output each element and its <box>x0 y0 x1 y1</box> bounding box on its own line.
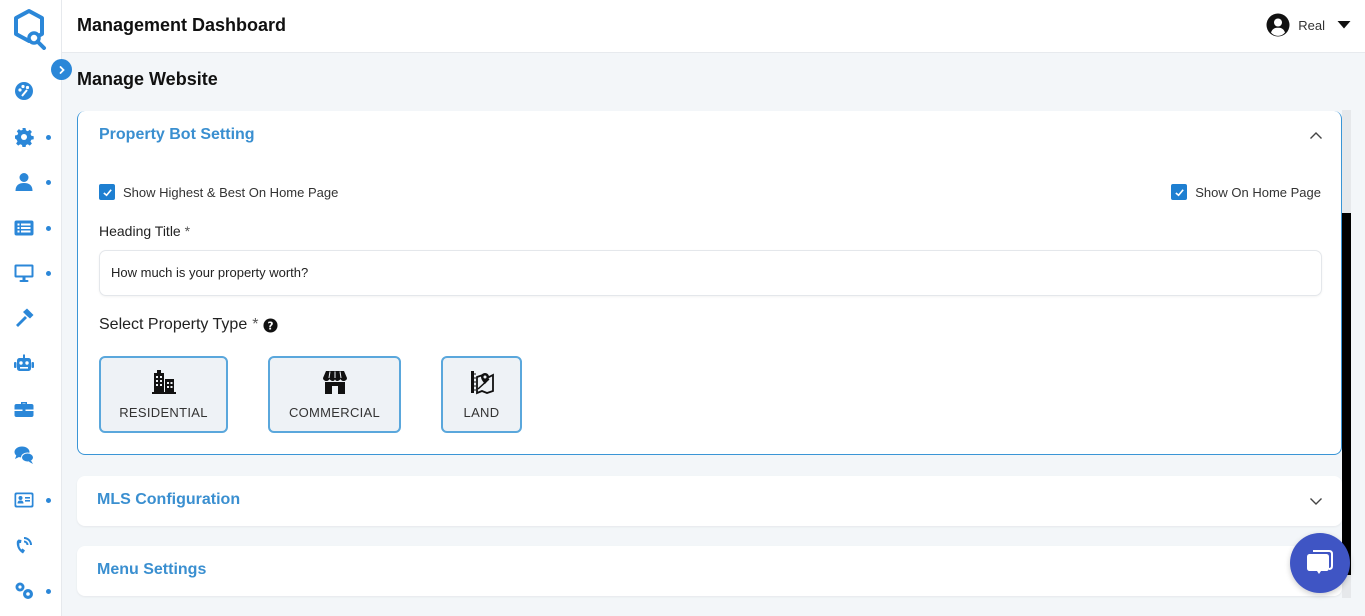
user-circle-icon <box>1266 13 1290 37</box>
option-label: RESIDENTIAL <box>119 405 208 420</box>
property-bot-panel-header[interactable]: Property Bot Setting <box>99 126 255 144</box>
property-type-commercial[interactable]: COMMERCIAL <box>268 356 401 433</box>
property-type-residential[interactable]: RESIDENTIAL <box>99 356 228 433</box>
submenu-indicator <box>46 588 51 594</box>
user-icon <box>13 171 35 193</box>
required-mark: * <box>252 316 259 333</box>
building-icon <box>151 370 176 394</box>
sidebar-item-business[interactable] <box>0 394 62 424</box>
chevron-down-icon[interactable] <box>1309 494 1323 508</box>
checkbox-label: Show Highest & Best On Home Page <box>123 184 339 200</box>
search-home-logo-icon <box>14 9 46 50</box>
menu-settings-panel-header[interactable]: Menu Settings <box>97 561 206 579</box>
menu-settings-panel[interactable]: Menu Settings <box>77 546 1342 596</box>
sidebar-item-messages[interactable] <box>0 440 62 470</box>
submenu-indicator <box>46 225 51 231</box>
palette-icon <box>13 80 35 102</box>
briefcase-icon <box>13 398 35 420</box>
store-icon <box>322 371 347 394</box>
id-card-icon <box>13 489 35 511</box>
list-icon <box>13 217 35 239</box>
page-title: Manage Website <box>77 69 218 89</box>
submenu-indicator <box>46 134 51 140</box>
sidebar-item-website[interactable] <box>0 258 62 288</box>
gears-icon <box>13 580 35 602</box>
app-logo[interactable] <box>12 8 48 50</box>
property-type-label: Select Property Type * ? <box>99 316 278 334</box>
option-label: COMMERCIAL <box>288 405 381 420</box>
chat-bubble-icon <box>1307 550 1333 574</box>
sidebar-item-appearance[interactable] <box>0 76 62 106</box>
option-label: LAND <box>463 405 500 420</box>
chevron-right-icon <box>59 65 65 74</box>
property-type-land[interactable]: LAND <box>441 356 522 433</box>
robot-icon <box>13 353 35 375</box>
sidebar <box>0 0 62 616</box>
gear-icon <box>13 126 35 148</box>
heading-title-label: Heading Title * <box>99 223 190 239</box>
sidebar-item-users[interactable] <box>0 167 62 197</box>
sidebar-item-listings[interactable] <box>0 213 62 243</box>
submenu-indicator <box>46 270 51 276</box>
phone-signal-icon <box>13 534 35 556</box>
sidebar-toggle-button[interactable] <box>51 59 72 80</box>
checkbox-checked-icon <box>1171 184 1188 200</box>
show-on-home-page-checkbox[interactable]: Show On Home Page <box>1171 184 1321 200</box>
sidebar-item-bot[interactable] <box>0 349 62 379</box>
sidebar-item-tools[interactable] <box>0 303 62 333</box>
mls-configuration-panel-header[interactable]: MLS Configuration <box>97 491 240 509</box>
caret-down-icon <box>1337 21 1351 29</box>
label-text: Heading Title <box>99 223 181 239</box>
checkbox-checked-icon <box>99 184 115 200</box>
hammer-icon <box>13 307 35 329</box>
question-circle-icon[interactable]: ? <box>263 317 278 333</box>
sidebar-item-calls[interactable] <box>0 530 62 560</box>
top-bar: Management Dashboard Real <box>62 0 1365 53</box>
chat-icon <box>13 444 35 466</box>
checkbox-label: Show On Home Page <box>1195 184 1321 200</box>
sidebar-item-contacts[interactable] <box>0 485 62 515</box>
sidebar-item-configuration[interactable] <box>0 576 62 606</box>
app-title: Management Dashboard <box>77 15 287 35</box>
property-bot-panel: Property Bot Setting Show Highest & Best… <box>77 111 1342 455</box>
required-mark: * <box>184 223 191 239</box>
label-text: Select Property Type <box>99 316 248 333</box>
heading-title-input[interactable]: How much is your property worth? <box>99 250 1322 296</box>
show-highest-best-checkbox[interactable]: Show Highest & Best On Home Page <box>99 184 338 200</box>
svg-text:?: ? <box>268 320 274 332</box>
chevron-up-icon[interactable] <box>1309 129 1323 143</box>
user-menu[interactable]: Real <box>1266 13 1351 37</box>
monitor-icon <box>13 262 35 284</box>
map-location-icon <box>470 371 494 395</box>
scrollbar-thumb[interactable] <box>1342 213 1351 575</box>
chat-widget-button[interactable] <box>1290 533 1350 593</box>
mls-configuration-panel[interactable]: MLS Configuration <box>77 476 1342 526</box>
user-name: Real <box>1298 17 1325 33</box>
submenu-indicator <box>46 179 51 185</box>
sidebar-item-settings[interactable] <box>0 122 62 152</box>
submenu-indicator <box>46 497 51 503</box>
